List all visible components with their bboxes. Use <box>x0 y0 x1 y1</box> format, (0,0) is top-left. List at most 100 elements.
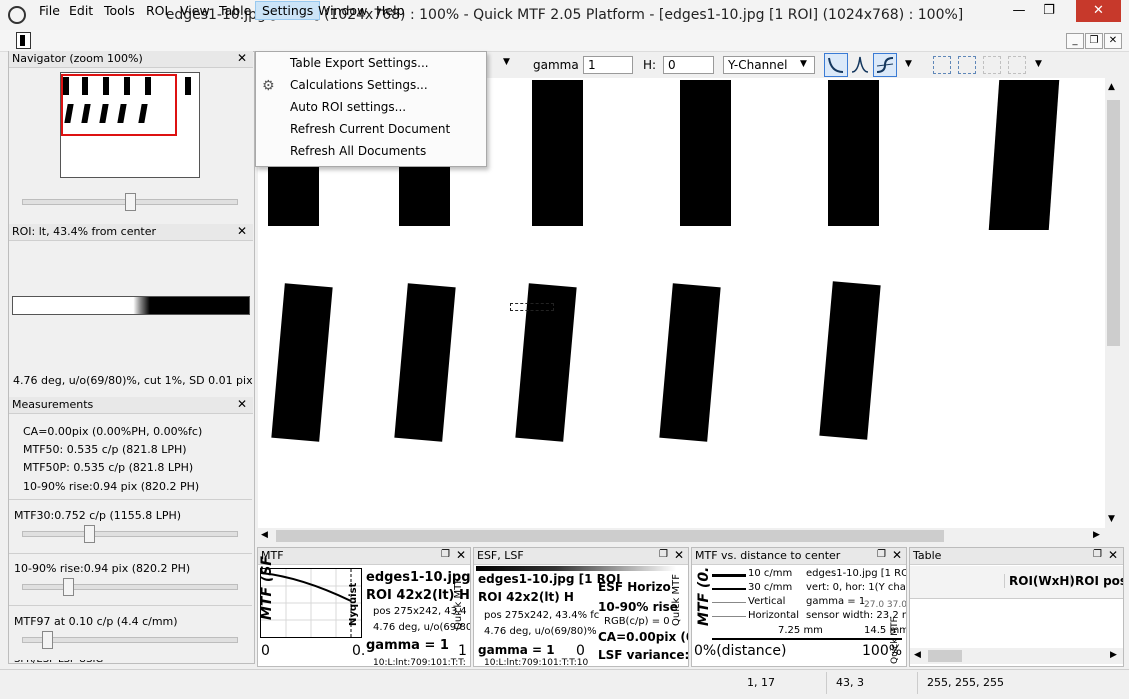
roi-delete-icon[interactable] <box>1008 56 1026 74</box>
menu-table[interactable]: Table <box>213 2 257 19</box>
measurements-close-icon[interactable]: ✕ <box>237 397 247 411</box>
menu-refresh-current-document[interactable]: Refresh Current Document <box>290 119 450 139</box>
legend-line-horizontal <box>712 616 746 617</box>
toolbar-dropdown-arrow[interactable]: ▼ <box>503 57 510 67</box>
menu-view[interactable]: View <box>174 2 216 19</box>
gear-icon: ⚙ <box>262 78 275 94</box>
menu-edit[interactable]: Edit <box>63 2 99 19</box>
rise-slider[interactable] <box>22 584 238 590</box>
mtf-panel-header: MTF <box>258 548 470 565</box>
esf-gamma-label: gamma = 1 <box>478 643 555 657</box>
menu-calculations-settings[interactable]: Calculations Settings... <box>290 75 428 95</box>
dist-panel-restore-icon[interactable]: ❐ <box>877 549 886 560</box>
mdi-minimize-button[interactable]: _ <box>1066 33 1084 49</box>
esf-panel-restore-icon[interactable]: ❐ <box>659 549 668 560</box>
roi-copy-icon[interactable] <box>958 56 976 74</box>
rise-slider-thumb[interactable] <box>63 578 74 596</box>
roi-remove-icon[interactable] <box>983 56 1001 74</box>
table-scroll-thumb[interactable] <box>928 650 962 662</box>
toolbar-overflow-arrow-2[interactable]: ▼ <box>1035 59 1042 69</box>
lsf-curve-icon[interactable] <box>824 53 848 77</box>
divider <box>9 605 252 606</box>
mtf30-slider-thumb[interactable] <box>84 525 95 543</box>
table-column-header[interactable]: ROI pos <box>1070 574 1123 588</box>
measurement-line: CA=0.00pix (0.00%PH, 0.00%fc) <box>23 425 203 438</box>
table-panel-header: Table <box>910 548 1123 565</box>
scroll-left-icon[interactable]: ◀ <box>261 530 268 540</box>
esf-curve-icon[interactable] <box>873 53 897 77</box>
gamma-input[interactable]: 1 <box>583 56 633 74</box>
menu-auto-roi-settings[interactable]: Auto ROI settings... <box>290 97 406 117</box>
table-scroll-left-icon[interactable]: ◀ <box>914 650 921 660</box>
status-pixel-position: 43, 3 <box>836 676 864 689</box>
mtf97-slider-thumb[interactable] <box>42 631 53 649</box>
mdi-close-button[interactable]: ✕ <box>1104 33 1122 49</box>
esf-axis-left: 0 <box>576 643 585 659</box>
menu-file[interactable]: File <box>33 2 66 19</box>
menu-tools[interactable]: Tools <box>98 2 141 19</box>
measurement-line: 10-90% rise:0.94 pix (820.2 PH) <box>23 480 200 493</box>
edge-target <box>532 80 583 226</box>
menu-window[interactable]: Window <box>312 2 373 19</box>
dist-mm-right: 14.5 mm <box>864 625 907 636</box>
channel-select-arrow[interactable]: ▼ <box>800 59 807 69</box>
scroll-down-icon[interactable]: ▼ <box>1108 514 1115 524</box>
menu-bar <box>0 30 1129 52</box>
mtf-watermark: Quick MTF <box>453 578 464 630</box>
menu-refresh-all-documents[interactable]: Refresh All Documents <box>290 141 426 161</box>
edge-target <box>988 80 1060 230</box>
minimize-button[interactable]: — <box>1004 0 1034 22</box>
mtf-plot-area[interactable] <box>260 568 362 638</box>
table-scroll-right-icon[interactable]: ▶ <box>1110 650 1117 660</box>
scroll-up-icon[interactable]: ▲ <box>1108 82 1115 92</box>
esf-lsf-panel: ESF, LSF ❐ ✕ edges1-10.jpg [1 ROI ROI 42… <box>473 547 689 667</box>
dist-panel-header: MTF vs. distance to center <box>692 548 906 565</box>
mdi-restore-button[interactable]: ❐ <box>1085 33 1103 49</box>
roi-edge-preview <box>12 296 250 315</box>
esf-rise-label: 10-90% rise <box>598 600 678 614</box>
esf-pos-label: pos 275x242, 43.4% fc <box>484 610 600 621</box>
toolbar-overflow-arrow[interactable]: ▼ <box>905 59 912 69</box>
roi-selection-rect[interactable] <box>510 303 554 311</box>
esf-lsf-label: LSF variance: <box>598 648 689 662</box>
mtf-panel-restore-icon[interactable]: ❐ <box>441 549 450 560</box>
roi-add-icon[interactable] <box>933 56 951 74</box>
close-button[interactable]: ✕ <box>1076 0 1121 22</box>
mtf-distance-panel: MTF vs. distance to center ❐ ✕ MTF (0. 1… <box>691 547 907 667</box>
esf-panel-close-icon[interactable]: ✕ <box>674 548 684 562</box>
navigator-close-icon[interactable]: ✕ <box>237 51 247 65</box>
table-panel-restore-icon[interactable]: ❐ <box>1093 549 1102 560</box>
mtf-panel-close-icon[interactable]: ✕ <box>456 548 466 562</box>
dist-panel-close-icon[interactable]: ✕ <box>892 548 902 562</box>
menu-help[interactable]: Help <box>370 2 411 19</box>
edge-target <box>399 165 450 226</box>
mtf-axis-left: 0 <box>261 643 270 659</box>
peak-curve-icon[interactable] <box>849 53 871 75</box>
thumb-bar <box>185 77 191 95</box>
horizontal-scroll-thumb[interactable] <box>276 530 944 542</box>
mtf97-slider[interactable] <box>22 637 238 643</box>
menu-roi[interactable]: ROI <box>140 2 174 19</box>
gamma-label: gamma <box>533 58 579 72</box>
h-input[interactable]: 0 <box>663 56 714 74</box>
mtf30-slider[interactable] <box>22 531 238 537</box>
dist-gamma-label: gamma = 1 <box>806 596 866 607</box>
scroll-right-icon[interactable]: ▶ <box>1093 530 1100 540</box>
mtf30-label: MTF30:0.752 c/p (1155.8 LPH) <box>14 509 182 522</box>
esf-bottom-text: 10:L:lnt:709:101:T:T:10 <box>484 658 589 667</box>
menu-table-export-settings[interactable]: Table Export Settings... <box>290 53 429 73</box>
maximize-button[interactable]: ❐ <box>1034 0 1064 22</box>
navigator-zoom-thumb[interactable] <box>125 193 136 211</box>
table-column-header[interactable]: ROI(WxH) <box>1004 574 1075 588</box>
menu-settings[interactable]: Settings <box>255 1 321 20</box>
mtf-axis-mid: 0. <box>352 643 366 659</box>
vertical-scroll-thumb[interactable] <box>1107 100 1120 346</box>
navigator-viewport-rect[interactable] <box>61 74 177 136</box>
esf-title-label: ESF Horizo <box>598 580 671 594</box>
legend-item: 30 c/mm <box>748 582 793 593</box>
esf-watermark: Quick MTF <box>671 574 682 626</box>
edge-target <box>828 80 879 226</box>
document-icon[interactable] <box>16 32 31 49</box>
roi-panel-close-icon[interactable]: ✕ <box>237 224 247 238</box>
table-panel-close-icon[interactable]: ✕ <box>1108 548 1118 562</box>
